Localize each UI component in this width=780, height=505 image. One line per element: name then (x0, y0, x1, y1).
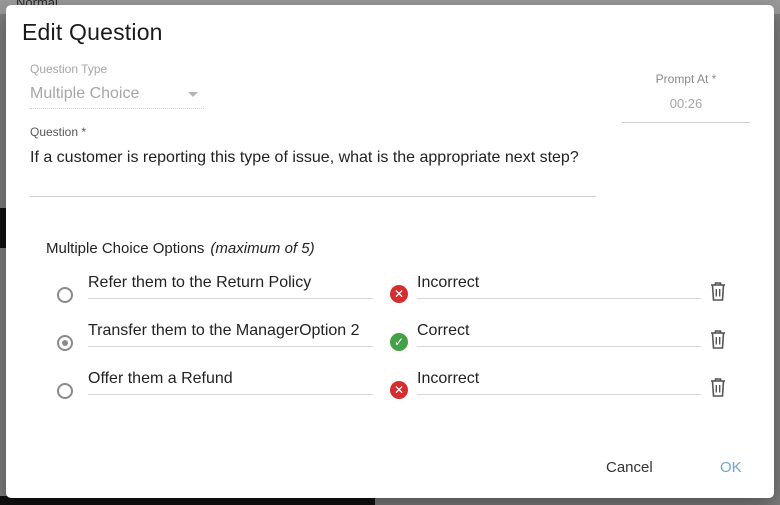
option-status[interactable]: Incorrect (417, 272, 701, 299)
edit-question-dialog: Edit Question Question Type Multiple Cho… (6, 5, 774, 498)
prompt-at-input[interactable]: 00:26 (622, 93, 750, 123)
question-label: Question * (30, 125, 87, 139)
trash-icon[interactable] (709, 280, 727, 302)
trash-icon[interactable] (709, 328, 727, 350)
option-row: Refer them to the Return Policy ✕ Incorr… (6, 274, 774, 318)
option-radio[interactable] (57, 383, 73, 399)
option-radio-selected[interactable] (57, 335, 73, 351)
option-text-input[interactable]: Offer them a Refund (88, 368, 373, 395)
option-text-input[interactable]: Refer them to the Return Policy (88, 272, 373, 299)
option-text-input[interactable]: Transfer them to the ManagerOption 2 (88, 320, 373, 347)
option-status[interactable]: Correct (417, 320, 701, 347)
dialog-title: Edit Question (22, 19, 163, 45)
mc-options-header: Multiple Choice Options (maximum of 5) (46, 240, 315, 257)
question-input[interactable]: If a customer is reporting this type of … (30, 146, 596, 197)
mc-options-title: Multiple Choice Options (46, 240, 205, 257)
question-type-label: Question Type (30, 62, 108, 76)
trash-icon[interactable] (709, 376, 727, 398)
x-circle-icon[interactable]: ✕ (390, 381, 408, 399)
option-row: Transfer them to the ManagerOption 2 ✓ C… (6, 322, 774, 366)
mc-options-hint: (maximum of 5) (210, 240, 315, 257)
x-circle-icon[interactable]: ✕ (390, 285, 408, 303)
prompt-at-label: Prompt At * (655, 72, 717, 86)
cancel-button[interactable]: Cancel (606, 459, 653, 476)
option-row: Offer them a Refund ✕ Incorrect (6, 370, 774, 414)
question-type-select: Multiple Choice (30, 81, 204, 109)
option-radio[interactable] (57, 287, 73, 303)
option-status[interactable]: Incorrect (417, 368, 701, 395)
check-circle-icon[interactable]: ✓ (390, 333, 408, 351)
question-type-value: Multiple Choice (30, 85, 140, 102)
ok-button[interactable]: OK (720, 459, 742, 476)
caret-down-icon (188, 92, 198, 97)
